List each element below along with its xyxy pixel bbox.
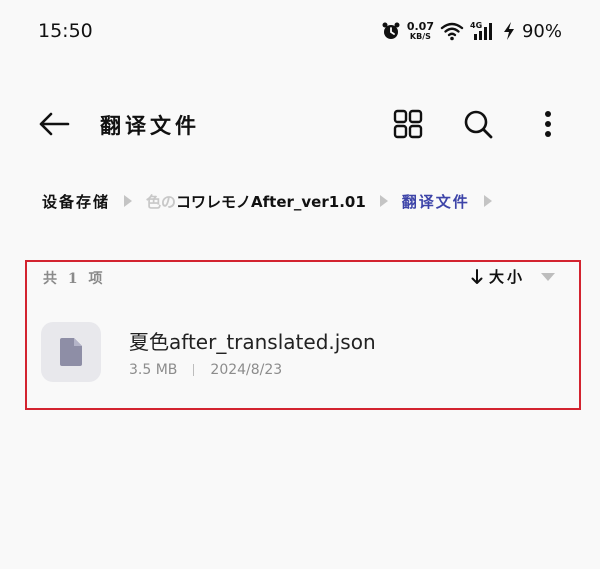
net-speed: 0.07 KB/S: [407, 21, 434, 41]
grid-icon: [393, 109, 423, 139]
charging-bolt-icon: [502, 21, 516, 41]
file-row[interactable]: 夏色after_translated.json 3.5 MB 2024/8/23: [27, 308, 579, 398]
arrow-down-icon: [471, 268, 483, 284]
document-icon: [60, 338, 82, 366]
breadcrumb-separator-icon: [379, 195, 388, 207]
dropdown-triangle-icon[interactable]: [541, 272, 555, 281]
battery-percent: 90%: [521, 20, 562, 42]
app-bar: 翻译文件: [0, 96, 600, 152]
arrow-left-icon: [39, 112, 70, 136]
more-options-button[interactable]: [530, 106, 566, 142]
file-meta: 3.5 MB 2024/8/23: [129, 362, 282, 378]
item-count: 共 1 项: [43, 271, 106, 287]
breadcrumb-folder-name: コワレモノAfter_ver1.01: [176, 192, 366, 211]
net-speed-value: 0.07: [406, 20, 434, 33]
page-title: 翻译文件: [100, 113, 200, 138]
alarm-icon: [381, 21, 401, 41]
breadcrumb: 设备存储 色のコワレモノAfter_ver1.01 翻译文件: [42, 186, 506, 216]
breadcrumb-root[interactable]: 设备存储: [42, 191, 110, 212]
breadcrumb-folder-faded: 色の: [146, 192, 177, 211]
net-speed-unit: KB/S: [409, 32, 431, 41]
status-icons: 0.07 KB/S 4G 90%: [381, 16, 562, 46]
file-size: 3.5 MB: [129, 362, 178, 378]
search-icon: [464, 110, 493, 139]
cellular-signal-icon: 4G: [470, 20, 496, 42]
sort-label: 大小: [488, 268, 525, 286]
breadcrumb-separator-icon: [483, 195, 492, 207]
more-vertical-icon: [545, 111, 551, 137]
grid-view-button[interactable]: [390, 106, 426, 142]
status-bar: 15:50 0.07 KB/S 4G 90%: [0, 0, 600, 64]
file-name: 夏色after_translated.json: [129, 330, 376, 354]
wifi-icon: [440, 21, 464, 41]
breadcrumb-separator-icon: [124, 195, 133, 207]
file-date: 2024/8/23: [210, 362, 283, 378]
breadcrumb-current[interactable]: 翻译文件: [402, 191, 470, 212]
breadcrumb-folder[interactable]: 色のコワレモノAfter_ver1.01: [146, 191, 366, 212]
search-button[interactable]: [460, 106, 496, 142]
meta-divider: [193, 364, 195, 376]
file-list-section: 共 1 项 大小 夏色after_translated.json 3.5 MB …: [25, 260, 581, 410]
file-thumbnail: [41, 322, 101, 382]
back-button[interactable]: [36, 106, 72, 142]
sort-control[interactable]: 大小: [471, 266, 555, 287]
network-type-label: 4G: [470, 21, 482, 30]
clock: 15:50: [38, 20, 93, 42]
